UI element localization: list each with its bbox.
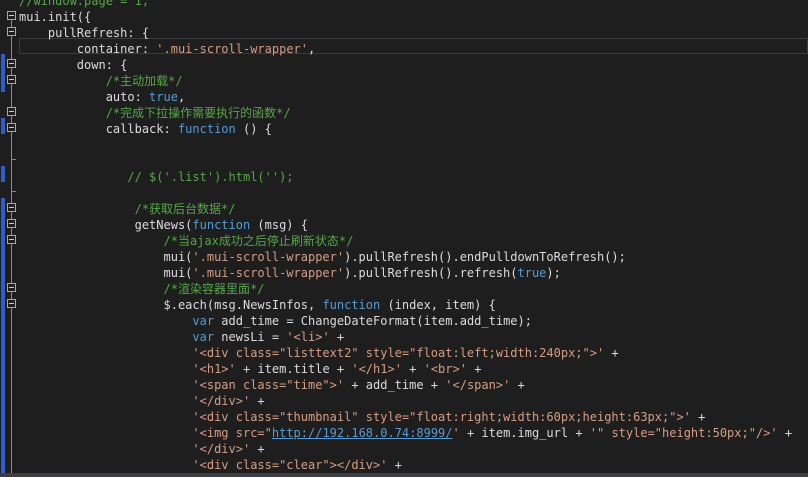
code-line: down: { [19, 58, 128, 72]
fold-toggle-icon[interactable] [7, 219, 16, 228]
fold-toggle-icon[interactable] [7, 283, 16, 292]
code-line: var newsLi = '<li>' + [192, 330, 345, 344]
code-line: '<h1>' + item.title + '</h1>' + '<br>' + [192, 362, 482, 376]
horizontal-scrollbar[interactable] [0, 473, 808, 477]
code-line: /*获取后台数据*/ [19, 202, 236, 216]
code-line: '<div class="thumbnail" style="float:rig… [192, 410, 706, 424]
fold-toggle-icon[interactable] [7, 235, 16, 244]
fold-guide-end [11, 159, 16, 160]
change-bar [1, 118, 5, 134]
code-line: '<div class="listtext2" style="float:lef… [192, 346, 619, 360]
fold-toggle-icon[interactable] [7, 59, 16, 68]
code-line: $.each(msg.NewsInfos, function (index, i… [19, 298, 496, 312]
code-line: '</div>' + [192, 394, 265, 408]
fold-toggle-icon[interactable] [7, 27, 16, 36]
code-line: '</div>' + [192, 442, 265, 456]
code-line: pullRefresh: { [19, 26, 150, 40]
fold-toggle-icon[interactable] [7, 203, 16, 212]
code-line: /*渲染容器里面*/ [19, 282, 265, 296]
change-bar [1, 166, 5, 182]
code-line: container: '.mui-scroll-wrapper', [19, 42, 316, 56]
code-editor[interactable]: //window.page = 1; mui.init({ pullRefresh… [0, 0, 808, 477]
code-line: '<img src="http://192.168.0.74:8999/' + … [192, 426, 793, 440]
code-line: //window.page = 1; [19, 0, 150, 8]
fold-toggle-icon[interactable] [7, 11, 16, 20]
code-line: var add_time = ChangeDateFormat(item.add… [192, 314, 532, 328]
code-line: getNews(function (msg) { [19, 218, 308, 232]
code-line: mui.init({ [19, 10, 92, 24]
fold-toggle-icon[interactable] [7, 107, 16, 116]
code-line: auto: true, [19, 90, 186, 104]
code-line: callback: function () { [19, 122, 272, 136]
code-line: /*当ajax成功之后停止刷新状态*/ [19, 234, 354, 248]
code-line: '<span class="time">' + add_time + '</sp… [192, 378, 525, 392]
code-line: // $('.list').html(''); [19, 170, 294, 184]
code-line: /*完成下拉操作需要执行的函数*/ [19, 106, 291, 120]
fold-guide-end [11, 191, 16, 192]
fold-toggle-icon[interactable] [7, 299, 16, 308]
fold-guide [11, 19, 12, 477]
fold-toggle-icon[interactable] [7, 75, 16, 84]
code-line: mui('.mui-scroll-wrapper').pullRefresh()… [19, 266, 561, 280]
code-line: mui('.mui-scroll-wrapper').pullRefresh()… [19, 250, 626, 264]
code-line: /*主动加载*/ [19, 74, 183, 88]
fold-toggle-icon[interactable] [7, 123, 16, 132]
code-line: '<div class="clear"></div>' + [192, 458, 402, 472]
change-bar [1, 54, 5, 92]
change-bar [1, 198, 5, 477]
